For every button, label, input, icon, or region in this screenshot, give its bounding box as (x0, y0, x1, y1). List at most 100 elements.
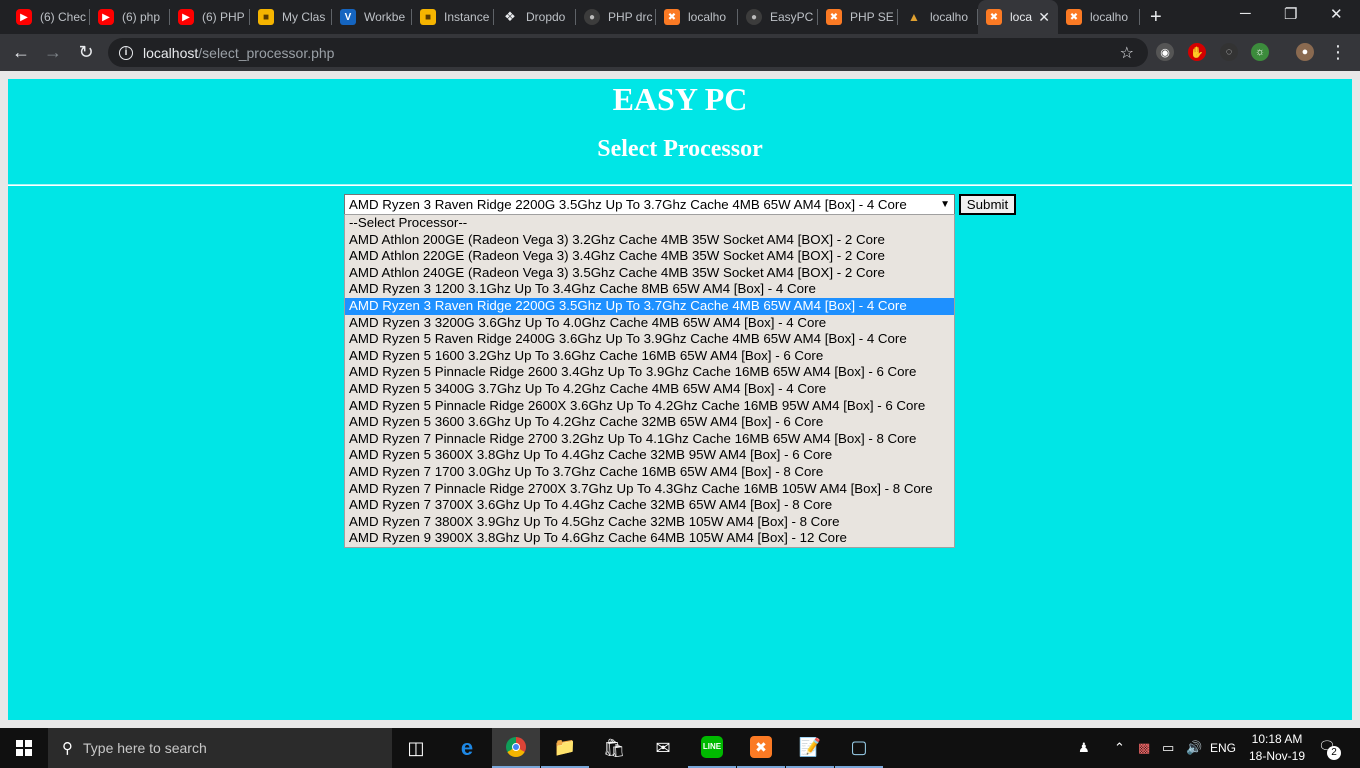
dropdown-option[interactable]: AMD Ryzen 5 Pinnacle Ridge 2600 3.4Ghz U… (345, 364, 954, 381)
browser-tab[interactable]: ● EasyPC (738, 0, 818, 34)
browser-tab[interactable]: ✖ loca ✕ (978, 0, 1058, 34)
browser-tab[interactable]: ✖ PHP SE (818, 0, 898, 34)
dropbox-icon: ❖ (504, 9, 516, 24)
extension-circle-icon[interactable]: ◌ (1220, 43, 1238, 61)
dropdown-option[interactable]: AMD Athlon 240GE (Radeon Vega 3) 3.5Ghz … (345, 265, 954, 282)
tab-title: loca (1010, 10, 1033, 24)
tab-title: Dropdo (526, 10, 566, 24)
submit-button[interactable]: Submit (959, 194, 1016, 215)
youtube-icon: ▶ (98, 9, 114, 25)
browser-tab[interactable]: ❖ Dropdo (494, 0, 576, 34)
task-view-icon[interactable]: ◫ (392, 728, 440, 768)
mail-icon[interactable]: ✉ (639, 728, 687, 768)
processor-dropdown-list[interactable]: --Select Processor-- AMD Athlon 200GE (Ra… (344, 214, 955, 548)
windows-taskbar: ⚲ Type here to search ◫ e 📁 🛍 ✉ LINE ✖ 📝… (0, 728, 1360, 768)
address-bar[interactable]: i localhost/select_processor.php ☆ (108, 38, 1148, 67)
dropdown-option[interactable]: AMD Ryzen 5 Raven Ridge 2400G 3.6Ghz Up … (345, 331, 954, 348)
dropdown-option[interactable]: AMD Ryzen 5 Pinnacle Ridge 2600X 3.6Ghz … (345, 398, 954, 415)
close-tab-icon[interactable]: ✕ (1038, 9, 1050, 26)
extension-spy-icon[interactable]: ◉ (1156, 43, 1174, 61)
dropdown-option[interactable]: AMD Ryzen 3 1200 3.1Ghz Up To 3.4Ghz Cac… (345, 281, 954, 298)
browser-tab[interactable]: ✖ localho (1058, 0, 1140, 34)
new-tab-button[interactable]: + (1150, 6, 1162, 29)
dropdown-option[interactable]: AMD Ryzen 7 3700X 3.6Ghz Up To 4.4Ghz Ca… (345, 497, 954, 514)
dropdown-option[interactable]: AMD Ryzen 9 3900X 3.8Ghz Up To 4.6Ghz Ca… (345, 530, 954, 547)
taskbar-search[interactable]: ⚲ Type here to search (48, 728, 392, 768)
network-icon[interactable]: ▭ (1162, 728, 1174, 768)
browser-tab[interactable]: ■ My Clas (250, 0, 332, 34)
xampp-icon: ✖ (1066, 9, 1082, 25)
app-blue-icon[interactable]: ▢ (835, 728, 883, 768)
notification-icon[interactable]: 🗨 2 (1318, 738, 1341, 760)
dropdown-option[interactable]: --Select Processor-- (345, 215, 954, 232)
dropdown-option[interactable]: AMD Ryzen 3 3200G 3.6Ghz Up To 4.0Ghz Ca… (345, 315, 954, 332)
extension-hand-icon[interactable]: ✋ (1188, 43, 1206, 61)
start-button[interactable] (0, 728, 48, 768)
dropdown-arrow-icon[interactable]: ▼ (940, 195, 950, 214)
browser-toolbar: ← → ↻ i localhost/select_processor.php ☆… (0, 34, 1360, 71)
xampp-icon: ✖ (664, 9, 680, 25)
search-icon: ⚲ (62, 740, 73, 757)
info-icon[interactable]: i (119, 45, 133, 60)
cake-icon: ▲ (908, 10, 920, 24)
tray-chevron-icon[interactable]: ⌃ (1114, 728, 1125, 768)
page-subtitle: Select Processor (597, 136, 763, 162)
dropdown-option[interactable]: AMD Ryzen 5 3600 3.6Ghz Up To 4.2Ghz Cac… (345, 414, 954, 431)
page-content: EASY PC Select Processor AMD Ryzen 3 Rav… (8, 79, 1352, 720)
dropdown-option[interactable]: AMD Ryzen 5 3600X 3.8Ghz Up To 4.4Ghz Ca… (345, 447, 954, 464)
line-app-icon[interactable]: LINE (688, 728, 736, 768)
clock[interactable]: 10:18 AM 18-Nov-19 (1242, 731, 1312, 765)
people-icon[interactable]: ♟ (1078, 728, 1090, 768)
browser-tab[interactable]: ✖ localho (656, 0, 738, 34)
back-icon[interactable]: ← (9, 40, 33, 64)
url-host: localhost (143, 44, 199, 61)
tray-app-icon[interactable]: ▩ (1138, 728, 1150, 768)
xampp-icon[interactable]: ✖ (737, 728, 785, 768)
extension-globe-icon[interactable]: ☼ (1251, 43, 1269, 61)
edge-icon[interactable]: e (443, 728, 491, 768)
volume-icon[interactable]: 🔊 (1186, 728, 1202, 768)
minimize-button[interactable]: ─ (1240, 5, 1251, 22)
browser-tab[interactable]: ▶ (6) php (90, 0, 170, 34)
dropdown-option[interactable]: AMD Ryzen 5 3400G 3.7Ghz Up To 4.2Ghz Ca… (345, 381, 954, 398)
browser-tab[interactable]: ▶ (6) Chec (8, 0, 90, 34)
browser-tab[interactable]: V Workbe (332, 0, 412, 34)
browser-tab[interactable]: ▲ localho (898, 0, 978, 34)
browser-tab[interactable]: ■ Instance (412, 0, 494, 34)
bookmark-star-icon[interactable]: ☆ (1120, 43, 1134, 63)
tab-separator (1139, 9, 1140, 25)
clock-time: 10:18 AM (1251, 732, 1303, 746)
dropdown-option[interactable]: AMD Ryzen 7 3800X 3.9Ghz Up To 4.5Ghz Ca… (345, 514, 954, 531)
restore-button[interactable]: ❐ (1284, 5, 1297, 23)
youtube-icon: ▶ (16, 9, 32, 25)
processor-select[interactable]: AMD Ryzen 3 Raven Ridge 2200G 3.5Ghz Up … (344, 194, 955, 215)
profile-avatar[interactable]: ● (1296, 43, 1314, 61)
language-indicator[interactable]: ENG (1210, 728, 1236, 768)
tab-title: localho (1090, 10, 1129, 24)
forward-icon[interactable]: → (41, 40, 65, 64)
tab-title: (6) PHP (202, 10, 245, 24)
dropdown-option[interactable]: AMD Athlon 200GE (Radeon Vega 3) 3.2Ghz … (345, 232, 954, 249)
chrome-icon[interactable] (492, 728, 540, 768)
xampp-icon: ✖ (986, 9, 1002, 25)
notepad-plus-icon[interactable]: 📝 (786, 728, 834, 768)
dropdown-option[interactable]: AMD Ryzen 7 1700 3.0Ghz Up To 3.7Ghz Cac… (345, 464, 954, 481)
dropdown-option-selected[interactable]: AMD Ryzen 3 Raven Ridge 2200G 3.5Ghz Up … (345, 297, 954, 315)
youtube-icon: ▶ (178, 9, 194, 25)
dropdown-option[interactable]: AMD Athlon 220GE (Radeon Vega 3) 3.4Ghz … (345, 248, 954, 265)
box-icon: ■ (420, 9, 436, 25)
menu-icon[interactable]: ⋮ (1326, 40, 1350, 64)
dropdown-option[interactable]: AMD Ryzen 7 Pinnacle Ridge 2700 3.2Ghz U… (345, 431, 954, 448)
reload-icon[interactable]: ↻ (74, 40, 98, 64)
dropdown-option[interactable]: AMD Ryzen 7 Pinnacle Ridge 2700X 3.7Ghz … (345, 481, 954, 498)
browser-tab[interactable]: ● PHP drc (576, 0, 656, 34)
store-icon[interactable]: 🛍 (590, 728, 638, 768)
browser-tab[interactable]: ▶ (6) PHP (170, 0, 250, 34)
xampp-icon: ✖ (826, 9, 842, 25)
dropdown-option[interactable]: AMD Ryzen 5 1600 3.2Ghz Up To 3.6Ghz Cac… (345, 348, 954, 365)
close-window-button[interactable]: ✕ (1330, 5, 1343, 23)
divider (8, 184, 1352, 186)
url-text[interactable]: localhost/select_processor.php (143, 45, 334, 61)
file-explorer-icon[interactable]: 📁 (541, 728, 589, 768)
page-viewport: EASY PC Select Processor AMD Ryzen 3 Rav… (0, 71, 1360, 728)
